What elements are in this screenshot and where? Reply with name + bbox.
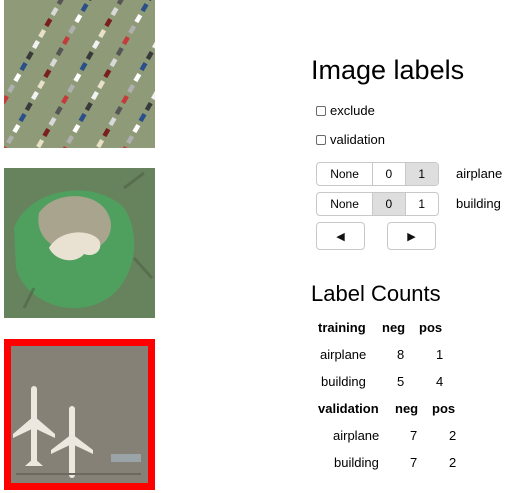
next-button[interactable]: ▶: [387, 222, 436, 250]
exclude-label: exclude: [330, 103, 375, 118]
validation-row-building-label: building: [334, 455, 379, 470]
validation-label: validation: [330, 132, 385, 147]
training-row-airplane-pos: 1: [436, 347, 444, 362]
building-option-none[interactable]: None: [317, 193, 374, 215]
previous-button[interactable]: ◀: [316, 222, 365, 250]
airplane-option-none[interactable]: None: [317, 163, 374, 185]
training-row-building-label: building: [321, 374, 366, 389]
parking-lot-image: [4, 0, 155, 148]
training-row-building-neg: 5: [397, 374, 405, 389]
thumbnail-parking-lot[interactable]: [4, 0, 155, 148]
building-label-name: building: [456, 196, 501, 211]
thumbnail-golf-bunker[interactable]: [4, 168, 155, 318]
validation-pos-header: pos: [432, 401, 456, 416]
exclude-checkbox[interactable]: [316, 105, 326, 116]
validation-checkbox-row[interactable]: validation: [316, 132, 385, 147]
training-pos-header: pos: [419, 320, 443, 335]
page-title: Image labels: [311, 55, 465, 85]
building-option-1[interactable]: 1: [406, 193, 438, 215]
validation-row-building-neg: 7: [410, 455, 418, 470]
label-counts-title: Label Counts: [311, 281, 441, 306]
golf-bunker-image: [4, 168, 155, 318]
validation-row-airplane-neg: 7: [410, 428, 418, 443]
validation-row-airplane-label: airplane: [333, 428, 380, 443]
image-labeling-page: Image labels exclude validation None 0 1…: [0, 0, 521, 493]
validation-header: validation: [318, 401, 379, 416]
training-header: training: [318, 320, 366, 335]
building-option-0[interactable]: 0: [373, 193, 406, 215]
validation-neg-header: neg: [395, 401, 419, 416]
training-row-airplane-label: airplane: [320, 347, 367, 362]
airplane-label-selector: None 0 1: [316, 162, 439, 186]
exclude-checkbox-row[interactable]: exclude: [316, 103, 375, 118]
validation-row-building-pos: 2: [449, 455, 457, 470]
building-label-selector: None 0 1: [316, 192, 439, 216]
training-neg-header: neg: [382, 320, 406, 335]
airplane-option-0[interactable]: 0: [373, 163, 406, 185]
airplane-option-1[interactable]: 1: [405, 163, 438, 185]
training-row-building-pos: 4: [436, 374, 444, 389]
thumbnail-airport-selected[interactable]: [4, 339, 155, 490]
airplane-label-name: airplane: [456, 166, 503, 181]
validation-checkbox[interactable]: [316, 134, 326, 145]
airport-image: [11, 346, 148, 483]
triangle-left-icon: ◀: [336, 230, 345, 243]
training-row-airplane-neg: 8: [397, 347, 405, 362]
validation-row-airplane-pos: 2: [449, 428, 457, 443]
triangle-right-icon: ▶: [407, 230, 416, 243]
